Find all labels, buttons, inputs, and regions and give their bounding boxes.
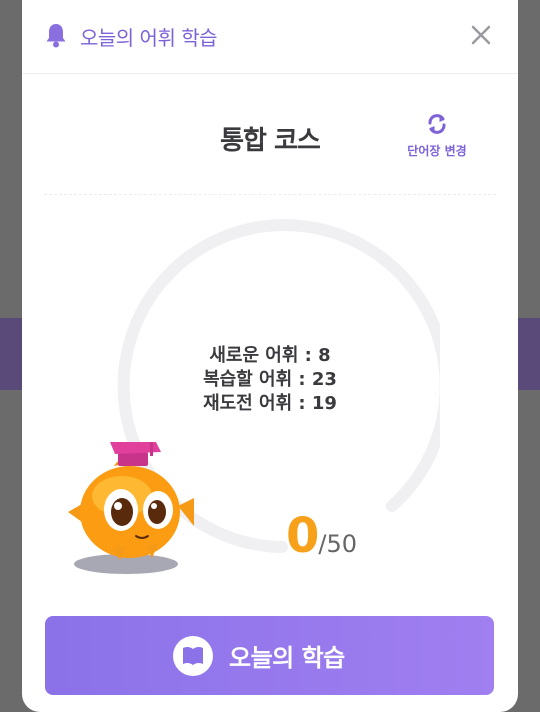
stat-new-label: 새로운 어휘 (209, 345, 299, 366)
book-icon (173, 636, 213, 676)
stat-review-value: 23 (311, 369, 337, 390)
stat-review-label: 복습할 어휘 (203, 369, 293, 390)
refresh-icon (428, 114, 446, 134)
modal-title: 오늘의 어휘 학습 (80, 26, 218, 50)
start-button-label: 오늘의 학습 (229, 644, 345, 672)
start-today-study-button[interactable]: 오늘의 학습 (45, 616, 494, 695)
stat-retry: 재도전 어휘 : 19 (203, 393, 337, 414)
stat-new: 새로운 어휘 : 8 (209, 345, 331, 366)
background-strip-right (516, 318, 540, 390)
stat-review: 복습할 어휘 : 23 (203, 369, 337, 390)
daily-vocab-modal: 오늘의 어휘 학습 통합 코스 단어장 변경 새로운 어휘 : 8 복습할 어휘… (22, 0, 518, 712)
stat-new-value: 8 (318, 345, 331, 366)
vocab-stats: 새로운 어휘 : 8 복습할 어휘 : 23 재도전 어휘 : 19 (22, 344, 518, 416)
change-wordbook-button[interactable]: 단어장 변경 (402, 112, 472, 162)
progress-count: 0/50 (286, 508, 357, 564)
divider (44, 194, 496, 195)
stat-retry-label: 재도전 어휘 (203, 393, 293, 414)
modal-header: 오늘의 어휘 학습 (22, 0, 518, 74)
bell-icon (46, 24, 66, 48)
stat-retry-value: 19 (311, 393, 337, 414)
progress-current: 0 (286, 508, 319, 564)
fish-mascot-image (68, 442, 194, 574)
background-strip-left (0, 318, 24, 390)
change-wordbook-label: 단어장 변경 (407, 144, 467, 158)
progress-total: /50 (318, 530, 358, 558)
close-icon[interactable] (470, 24, 492, 46)
